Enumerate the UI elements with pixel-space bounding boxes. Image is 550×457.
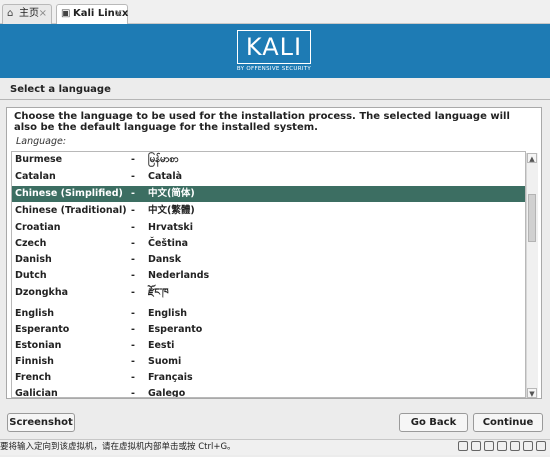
language-native-name: Nederlands [148, 270, 210, 281]
scrollbar-thumb[interactable] [528, 194, 536, 242]
language-native-name: Dansk [148, 254, 182, 265]
language-separator: - [131, 270, 135, 281]
language-list-item[interactable]: Croatian - Hrvatski [12, 220, 525, 236]
language-list-item[interactable]: Finnish - Suomi [12, 354, 525, 370]
language-list-item[interactable]: Galician - Galego [12, 386, 525, 398]
language-list-item[interactable]: Chinese (Traditional) - 中文(繁體) [12, 203, 525, 219]
kali-logo: KALI [237, 30, 311, 64]
language-separator: - [131, 205, 135, 216]
divider [0, 99, 550, 100]
language-name: Burmese [15, 154, 63, 165]
language-name: Dzongkha [15, 287, 68, 298]
browser-tab-bar: ⌂ 主页 × ▣ Kali Linux × [0, 0, 550, 24]
hdd-icon[interactable] [458, 441, 468, 451]
language-native-name: Galego [148, 388, 186, 398]
tab-kali-linux[interactable]: ▣ Kali Linux × [56, 4, 128, 24]
language-native-name: Français [148, 372, 193, 383]
language-separator: - [131, 340, 135, 351]
language-name: Galician [15, 388, 58, 398]
language-native-name: Català [148, 171, 183, 182]
language-native-name: Čeština [148, 238, 189, 249]
language-native-name: English [148, 308, 187, 319]
language-separator: - [131, 388, 135, 398]
tab-home[interactable]: ⌂ 主页 × [2, 4, 52, 24]
language-list-item[interactable]: Burmese - မြန်မာစာ [12, 152, 525, 168]
language-name: Czech [15, 238, 47, 249]
language-native-name: Suomi [148, 356, 182, 367]
language-separator: - [131, 356, 135, 367]
language-name: Catalan [15, 171, 56, 182]
scroll-up-icon[interactable]: ▲ [527, 153, 537, 163]
list-scrollbar[interactable]: ▲ ▼ [526, 153, 538, 398]
language-name: Chinese (Simplified) [15, 188, 123, 199]
language-separator: - [131, 324, 135, 335]
status-text: 要将输入定向到该虚拟机，请在虚拟机内部单击或按 Ctrl+G。 [0, 442, 236, 452]
language-name: Estonian [15, 340, 62, 351]
vm-icon: ▣ [61, 8, 71, 19]
network-icon[interactable] [484, 441, 494, 451]
language-native-name: မြန်မာစာ [148, 154, 179, 165]
language-list[interactable]: Burmese - မြန်မာစာ Catalan - Català Chinese (S… [11, 151, 526, 398]
language-list-label: Language: [16, 136, 67, 147]
language-separator: - [131, 372, 135, 383]
device-tray [455, 441, 546, 454]
language-native-name: རྫོང་ཁ [148, 287, 169, 298]
language-separator: - [131, 254, 135, 265]
language-list-item[interactable]: Dutch - Nederlands [12, 268, 525, 284]
logo-subtitle: BY OFFENSIVE SECURITY [236, 66, 312, 72]
language-native-name: Eesti [148, 340, 175, 351]
language-list-item[interactable]: Estonian - Eesti [12, 338, 525, 354]
language-native-name: 中文(繁體) [148, 205, 195, 216]
language-separator: - [131, 154, 135, 165]
tab-home-label: 主页 [19, 8, 39, 19]
language-list-item[interactable]: French - Français [12, 370, 525, 386]
status-bar: 要将输入定向到该虚拟机，请在虚拟机内部单击或按 Ctrl+G。 [0, 439, 550, 455]
logo-text: KALI [245, 33, 303, 61]
close-icon[interactable]: × [39, 5, 47, 23]
language-name: Finnish [15, 356, 54, 367]
language-name: English [15, 308, 54, 319]
language-name: Dutch [15, 270, 47, 281]
continue-button[interactable]: Continue [473, 413, 543, 432]
usb-icon[interactable] [497, 441, 507, 451]
language-list-item[interactable]: Esperanto - Esperanto [12, 322, 525, 338]
scroll-down-icon[interactable]: ▼ [527, 388, 537, 398]
display-icon[interactable] [536, 441, 546, 451]
language-native-name: Hrvatski [148, 222, 194, 233]
cd-icon[interactable] [471, 441, 481, 451]
language-separator: - [131, 238, 135, 249]
language-native-name: 中文(简体) [148, 188, 195, 199]
language-name: Chinese (Traditional) [15, 205, 127, 216]
language-list-item[interactable]: Dzongkha - རྫོང་ཁ [12, 285, 525, 301]
printer-icon[interactable] [510, 441, 520, 451]
go-back-button[interactable]: Go Back [399, 413, 468, 432]
screenshot-button[interactable]: Screenshot [7, 413, 75, 432]
page-description: Choose the language to be used for the i… [14, 111, 510, 133]
language-list-item[interactable]: Danish - Dansk [12, 252, 525, 268]
language-name: French [15, 372, 52, 383]
language-separator: - [131, 171, 135, 182]
language-separator: - [131, 188, 135, 199]
sound-icon[interactable] [523, 441, 533, 451]
language-list-item[interactable]: English - English [12, 306, 525, 322]
language-name: Esperanto [15, 324, 70, 335]
language-list-item[interactable]: Chinese (Simplified) - 中文(简体) [12, 186, 525, 202]
language-separator: - [131, 308, 135, 319]
page-title: Select a language [10, 84, 111, 95]
language-name: Danish [15, 254, 52, 265]
language-separator: - [131, 287, 135, 298]
language-native-name: Esperanto [148, 324, 203, 335]
home-icon: ⌂ [7, 8, 14, 19]
language-list-item[interactable]: Czech - Čeština [12, 236, 525, 252]
language-separator: - [131, 222, 135, 233]
close-icon[interactable]: × [115, 5, 123, 23]
language-name: Croatian [15, 222, 61, 233]
language-list-item[interactable]: Catalan - Català [12, 169, 525, 185]
